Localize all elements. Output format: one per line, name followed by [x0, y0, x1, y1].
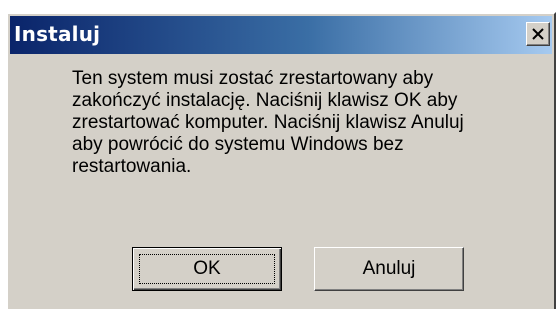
- ok-button[interactable]: OK: [132, 247, 282, 291]
- window-title: Instaluj: [14, 22, 101, 46]
- close-x-icon: [532, 28, 544, 40]
- restart-dialog: Instaluj Ten system musi zostać zrestart…: [6, 12, 556, 309]
- cancel-button[interactable]: Anuluj: [314, 247, 464, 291]
- ok-button-label: OK: [193, 258, 221, 279]
- close-button[interactable]: [526, 22, 550, 46]
- dialog-message: Ten system musi zostać zrestartowany aby…: [72, 68, 464, 177]
- cancel-button-label: Anuluj: [362, 258, 416, 279]
- title-bar[interactable]: Instaluj: [10, 16, 552, 54]
